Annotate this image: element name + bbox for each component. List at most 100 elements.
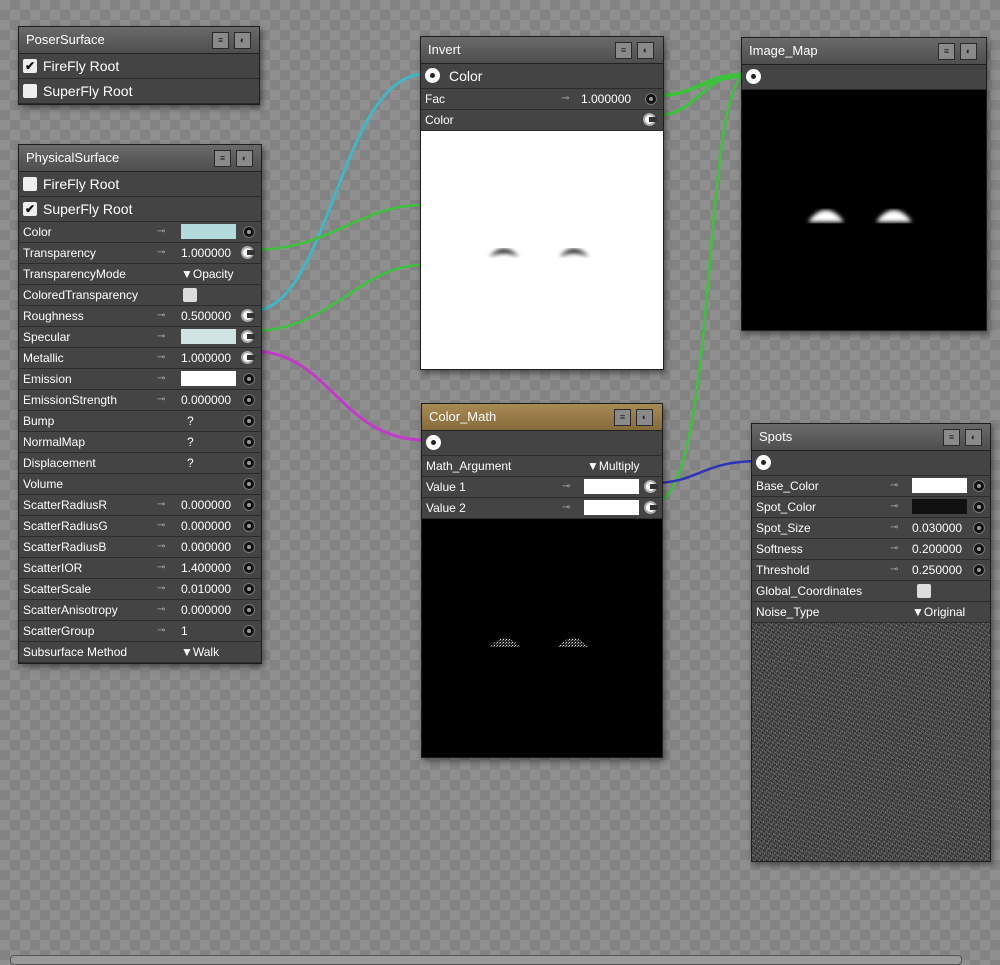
param-normal-map[interactable]: NormalMap ? xyxy=(19,432,261,453)
output-socket-icon[interactable] xyxy=(425,68,440,83)
node-header[interactable]: Color_Math ≡ ◐ xyxy=(422,404,662,431)
key-icon[interactable]: ⊸ xyxy=(890,543,898,554)
input-socket-icon[interactable] xyxy=(973,543,985,555)
param-emission[interactable]: Emission ⊸ xyxy=(19,369,261,390)
key-icon[interactable]: ⊸ xyxy=(890,501,898,512)
math-argument-dropdown[interactable]: ▼Multiply xyxy=(587,459,640,473)
key-icon[interactable]: ⊸ xyxy=(157,625,165,636)
key-icon[interactable]: ⊸ xyxy=(562,502,570,513)
input-socket-icon[interactable] xyxy=(243,394,255,406)
node-header[interactable]: PhysicalSurface ≡ ◐ xyxy=(19,145,261,172)
param-specular[interactable]: Specular ⊸ xyxy=(19,327,261,348)
noise-type-dropdown[interactable]: ▼Original xyxy=(912,605,965,619)
key-icon[interactable]: ⊸ xyxy=(157,583,165,594)
key-icon[interactable]: ⊸ xyxy=(157,604,165,615)
input-socket-icon[interactable] xyxy=(243,436,255,448)
input-socket-icon[interactable] xyxy=(645,93,657,105)
spots-node[interactable]: Spots ≡ ◐ Base_Color ⊸ Spot_Color ⊸ Spot… xyxy=(751,423,991,862)
key-icon[interactable]: ⊸ xyxy=(157,247,165,258)
connected-socket-icon[interactable] xyxy=(241,351,255,364)
param-metallic[interactable]: Metallic ⊸ 1.000000 xyxy=(19,348,261,369)
param-transparency-mode[interactable]: TransparencyMode ▼Opacity xyxy=(19,264,261,285)
output-socket-icon[interactable] xyxy=(746,69,761,84)
param-value[interactable]: 0.500000 xyxy=(181,309,231,323)
key-icon[interactable]: ⊸ xyxy=(890,480,898,491)
param-scatter-ior[interactable]: ScatterIOR ⊸ 1.400000 xyxy=(19,558,261,579)
input-socket-icon[interactable] xyxy=(243,478,255,490)
param-scatter-group[interactable]: ScatterGroup ⊸ 1 xyxy=(19,621,261,642)
preview-toggle-icon[interactable]: ◐ xyxy=(637,42,654,59)
param-scatter-radius-g[interactable]: ScatterRadiusG ⊸ 0.000000 xyxy=(19,516,261,537)
superfly-root-checkbox[interactable] xyxy=(23,84,37,98)
output-socket-icon[interactable] xyxy=(756,455,771,470)
param-fac[interactable]: Fac ⊸ 1.000000 xyxy=(421,89,663,110)
input-socket-icon[interactable] xyxy=(243,373,255,385)
param-value[interactable]: 1 xyxy=(181,624,188,638)
connected-socket-icon[interactable] xyxy=(241,330,255,343)
param-transparency[interactable]: Transparency ⊸ 1.000000 xyxy=(19,243,261,264)
input-socket-icon[interactable] xyxy=(243,625,255,637)
param-displacement[interactable]: Displacement ? xyxy=(19,453,261,474)
param-global-coordinates[interactable]: Global_Coordinates xyxy=(752,581,990,602)
param-value[interactable]: 0.000000 xyxy=(181,498,231,512)
connected-socket-icon[interactable] xyxy=(643,113,657,126)
input-socket-icon[interactable] xyxy=(973,501,985,513)
preview-toggle-icon[interactable]: ◐ xyxy=(965,429,982,446)
param-value-2[interactable]: Value 2 ⊸ xyxy=(422,498,662,519)
param-math-argument[interactable]: Math_Argument ▼Multiply xyxy=(422,456,662,477)
output-socket-row[interactable] xyxy=(422,431,662,456)
connected-socket-icon[interactable] xyxy=(644,480,658,493)
preview-toggle-icon[interactable]: ◐ xyxy=(960,43,977,60)
physical-surface-node[interactable]: PhysicalSurface ≡ ◐ FireFly Root ✔ Super… xyxy=(18,144,262,664)
node-header[interactable]: Image_Map ≡ ◐ xyxy=(742,38,986,65)
firefly-root-row[interactable]: ✔ FireFly Root xyxy=(19,54,259,79)
param-threshold[interactable]: Threshold ⊸ 0.250000 xyxy=(752,560,990,581)
param-noise-type[interactable]: Noise_Type ▼Original xyxy=(752,602,990,623)
param-value[interactable]: ? xyxy=(187,456,194,470)
param-value[interactable]: 1.400000 xyxy=(181,561,231,575)
input-socket-icon[interactable] xyxy=(243,562,255,574)
options-icon[interactable]: ≡ xyxy=(938,43,955,60)
input-socket-icon[interactable] xyxy=(973,564,985,576)
node-header[interactable]: Invert ≡ ◐ xyxy=(421,37,663,64)
options-icon[interactable]: ≡ xyxy=(615,42,632,59)
key-icon[interactable]: ⊸ xyxy=(157,352,165,363)
key-icon[interactable]: ⊸ xyxy=(157,331,165,342)
input-socket-icon[interactable] xyxy=(243,583,255,595)
key-icon[interactable]: ⊸ xyxy=(890,564,898,575)
colored-transparency-checkbox[interactable] xyxy=(183,288,197,302)
input-socket-icon[interactable] xyxy=(243,226,255,238)
output-socket-icon[interactable] xyxy=(426,435,441,450)
param-scatter-radius-b[interactable]: ScatterRadiusB ⊸ 0.000000 xyxy=(19,537,261,558)
preview-toggle-icon[interactable]: ◐ xyxy=(636,409,653,426)
key-icon[interactable]: ⊸ xyxy=(890,522,898,533)
options-icon[interactable]: ≡ xyxy=(943,429,960,446)
param-softness[interactable]: Softness ⊸ 0.200000 xyxy=(752,539,990,560)
connected-socket-icon[interactable] xyxy=(241,309,255,322)
key-icon[interactable]: ⊸ xyxy=(157,562,165,573)
poser-surface-node[interactable]: PoserSurface ≡ ◐ ✔ FireFly Root SuperFly… xyxy=(18,26,260,105)
input-socket-icon[interactable] xyxy=(243,499,255,511)
firefly-root-checkbox[interactable] xyxy=(23,177,37,191)
preview-toggle-icon[interactable]: ◐ xyxy=(234,32,251,49)
param-scatter-radius-r[interactable]: ScatterRadiusR ⊸ 0.000000 xyxy=(19,495,261,516)
mode-dropdown[interactable]: ▼Opacity xyxy=(181,267,234,281)
param-value[interactable]: 0.000000 xyxy=(181,393,231,407)
connected-socket-icon[interactable] xyxy=(644,501,658,514)
param-value-1[interactable]: Value 1 ⊸ xyxy=(422,477,662,498)
key-icon[interactable]: ⊸ xyxy=(157,394,165,405)
superfly-root-row[interactable]: SuperFly Root xyxy=(19,79,259,104)
firefly-root-checkbox[interactable]: ✔ xyxy=(23,59,37,73)
key-icon[interactable]: ⊸ xyxy=(561,93,569,104)
firefly-root-row[interactable]: FireFly Root xyxy=(19,172,261,197)
key-icon[interactable]: ⊸ xyxy=(157,541,165,552)
node-header[interactable]: Spots ≡ ◐ xyxy=(752,424,990,451)
color-swatch[interactable] xyxy=(181,329,236,344)
invert-node[interactable]: Invert ≡ ◐ Color Fac ⊸ 1.000000 Color xyxy=(420,36,664,370)
param-value[interactable]: 1.000000 xyxy=(181,351,231,365)
param-value[interactable]: 0.010000 xyxy=(181,582,231,596)
color-math-node[interactable]: Color_Math ≡ ◐ Math_Argument ▼Multiply V… xyxy=(421,403,663,758)
input-socket-icon[interactable] xyxy=(243,457,255,469)
color-swatch[interactable] xyxy=(912,499,967,514)
key-icon[interactable]: ⊸ xyxy=(562,481,570,492)
